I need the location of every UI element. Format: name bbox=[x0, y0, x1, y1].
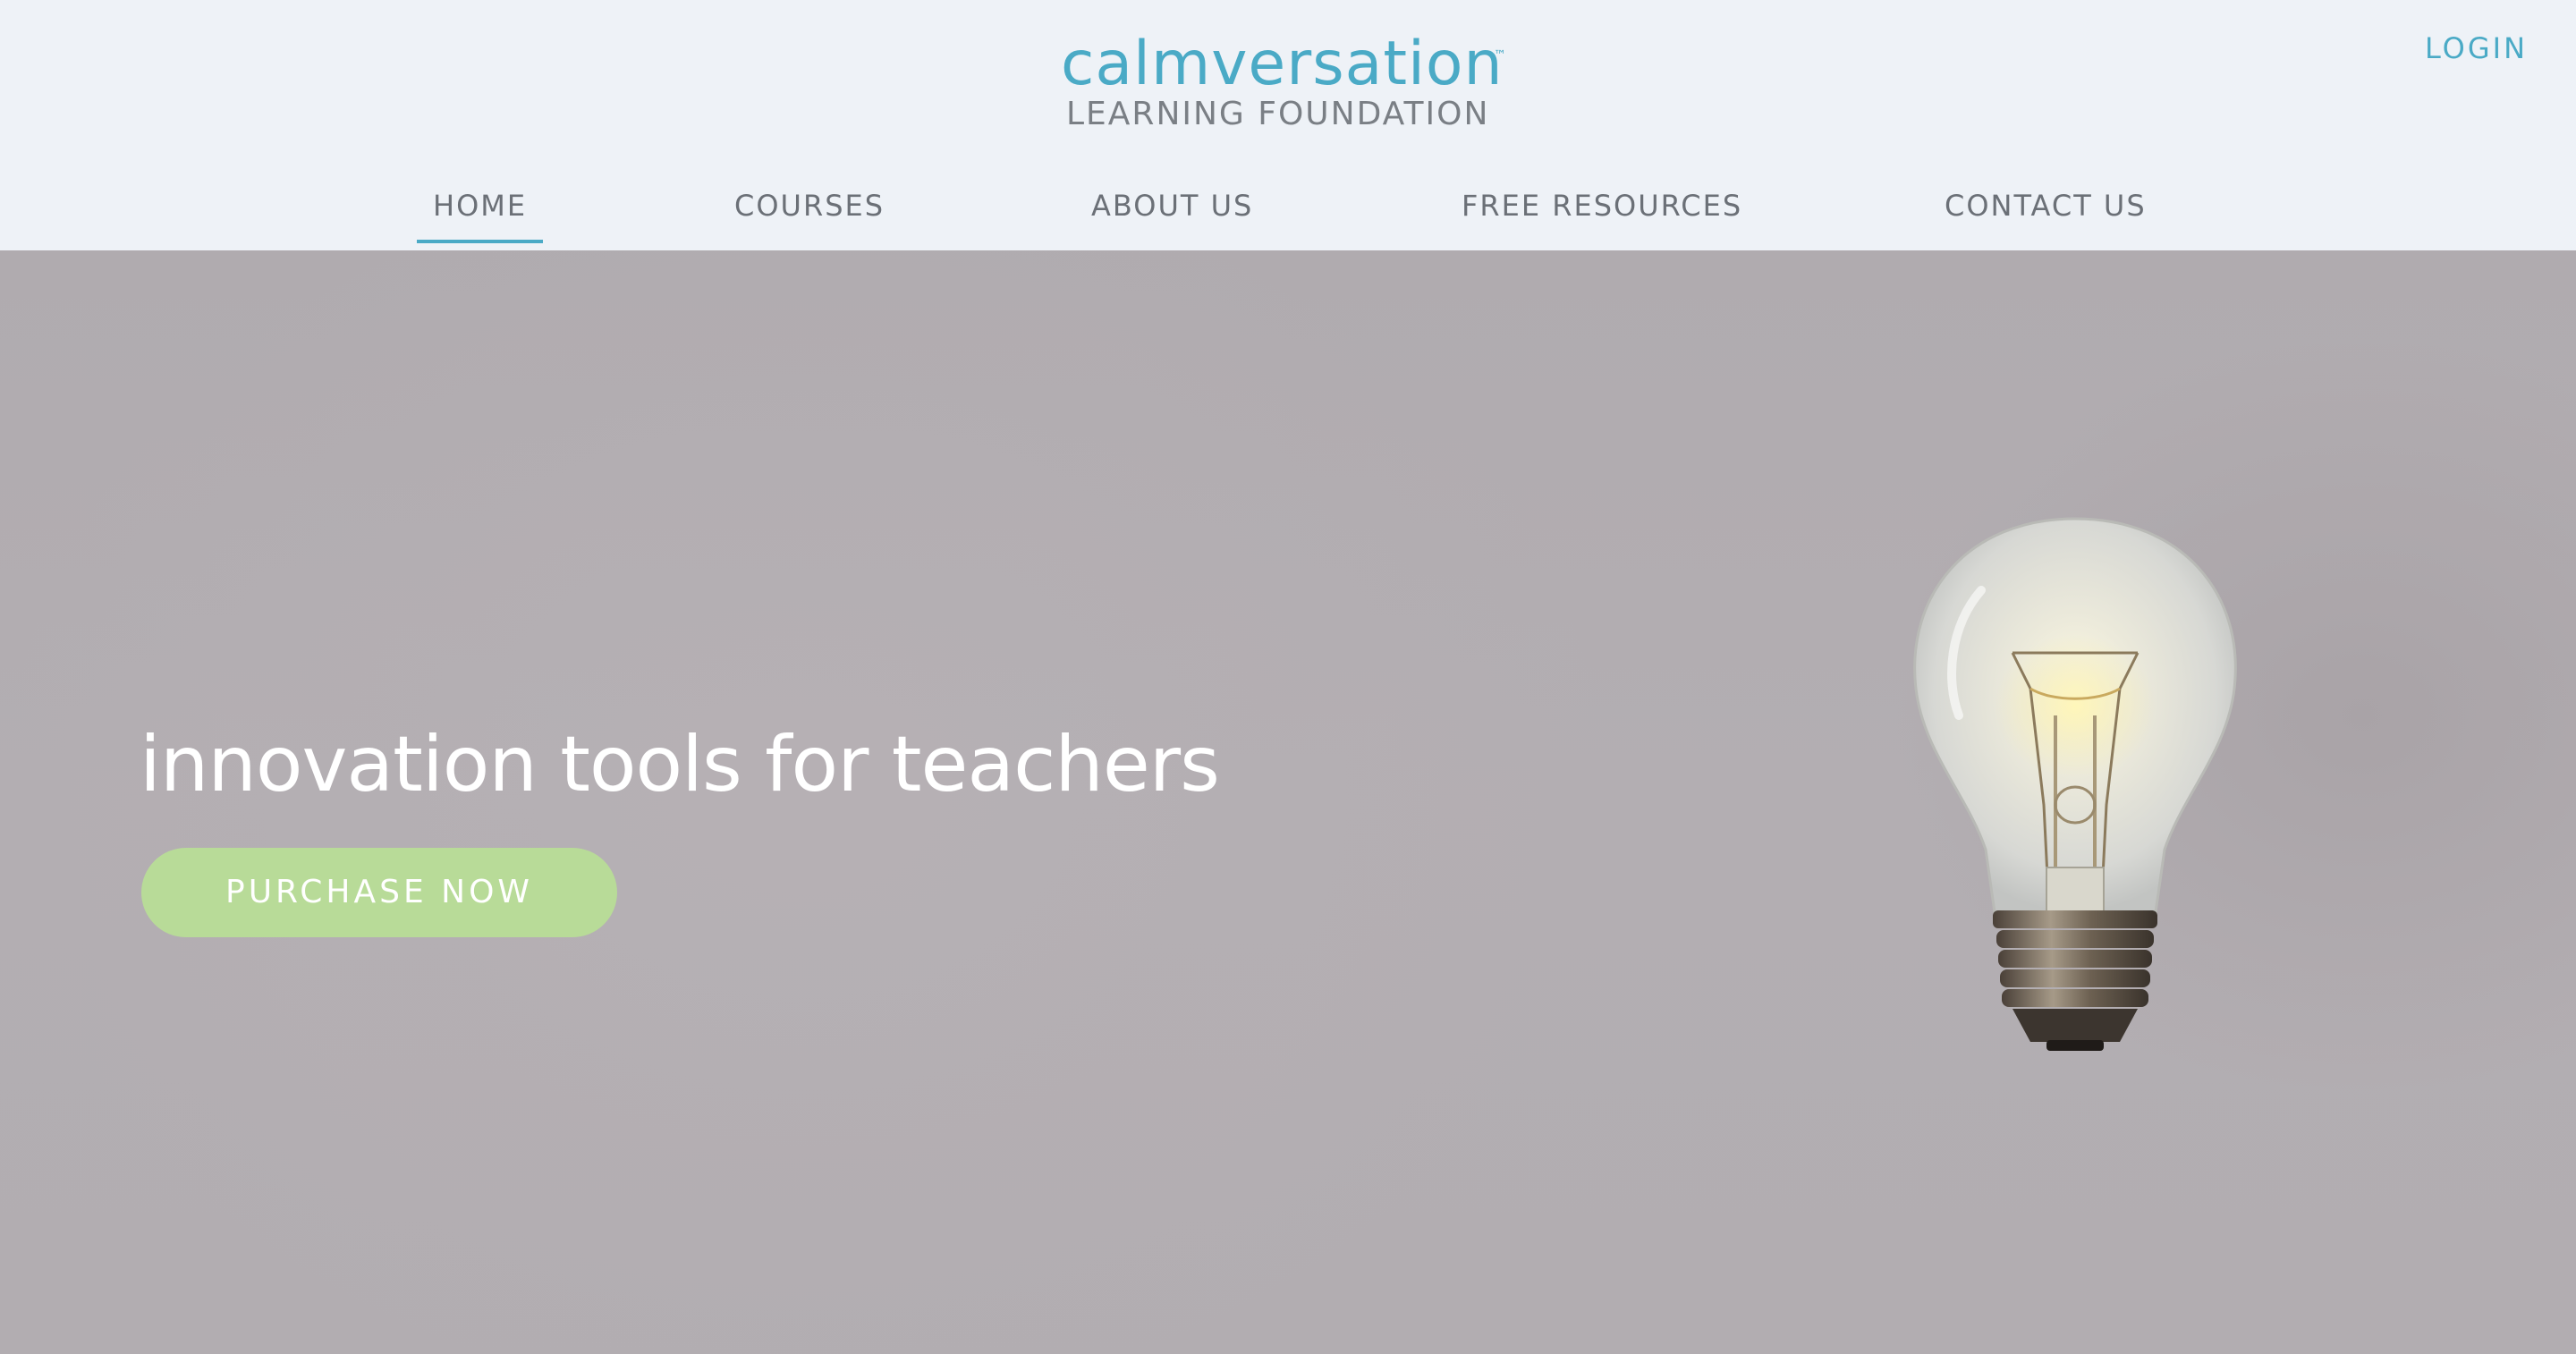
page: calmversation ™ LEARNING FOUNDATION LOGI… bbox=[0, 0, 2576, 1354]
main-nav: HOME COURSES ABOUT US FREE RESOURCES CON… bbox=[0, 179, 2576, 250]
hero-banner: innovation tools for teachers PURCHASE N… bbox=[0, 250, 2576, 1354]
site-logo[interactable]: calmversation ™ LEARNING FOUNDATION bbox=[1061, 29, 1517, 136]
nav-item-courses[interactable]: COURSES bbox=[734, 188, 885, 224]
site-header: calmversation ™ LEARNING FOUNDATION LOGI… bbox=[0, 0, 2576, 250]
login-link[interactable]: LOGIN bbox=[2425, 30, 2528, 66]
nav-item-about-us[interactable]: ABOUT US bbox=[1091, 188, 1253, 224]
nav-item-contact-us[interactable]: CONTACT US bbox=[1945, 188, 2147, 224]
nav-item-home[interactable]: HOME bbox=[416, 188, 544, 243]
nav-item-free-resources[interactable]: FREE RESOURCES bbox=[1462, 188, 1742, 224]
logo-trademark: ™ bbox=[1494, 48, 1506, 63]
light-bulb-image bbox=[1913, 517, 2237, 1051]
purchase-now-button[interactable]: PURCHASE NOW bbox=[141, 848, 617, 937]
logo-subtitle: LEARNING FOUNDATION bbox=[1066, 96, 1490, 132]
hero-title: innovation tools for teachers bbox=[140, 720, 1220, 809]
